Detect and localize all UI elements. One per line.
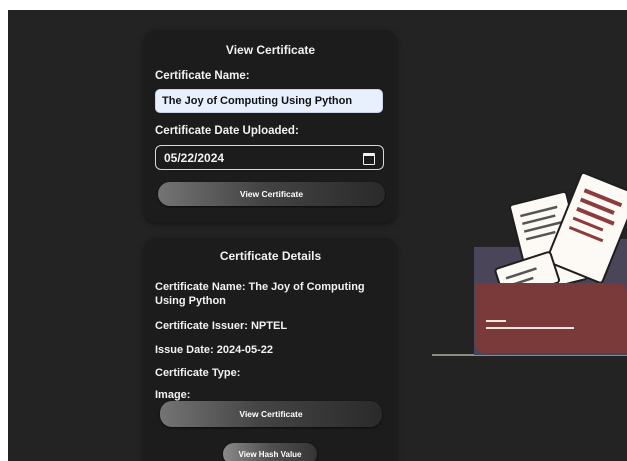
app-window: View Certificate Certificate Name: The J… (8, 10, 627, 461)
folder-documents-illustration (432, 171, 627, 356)
